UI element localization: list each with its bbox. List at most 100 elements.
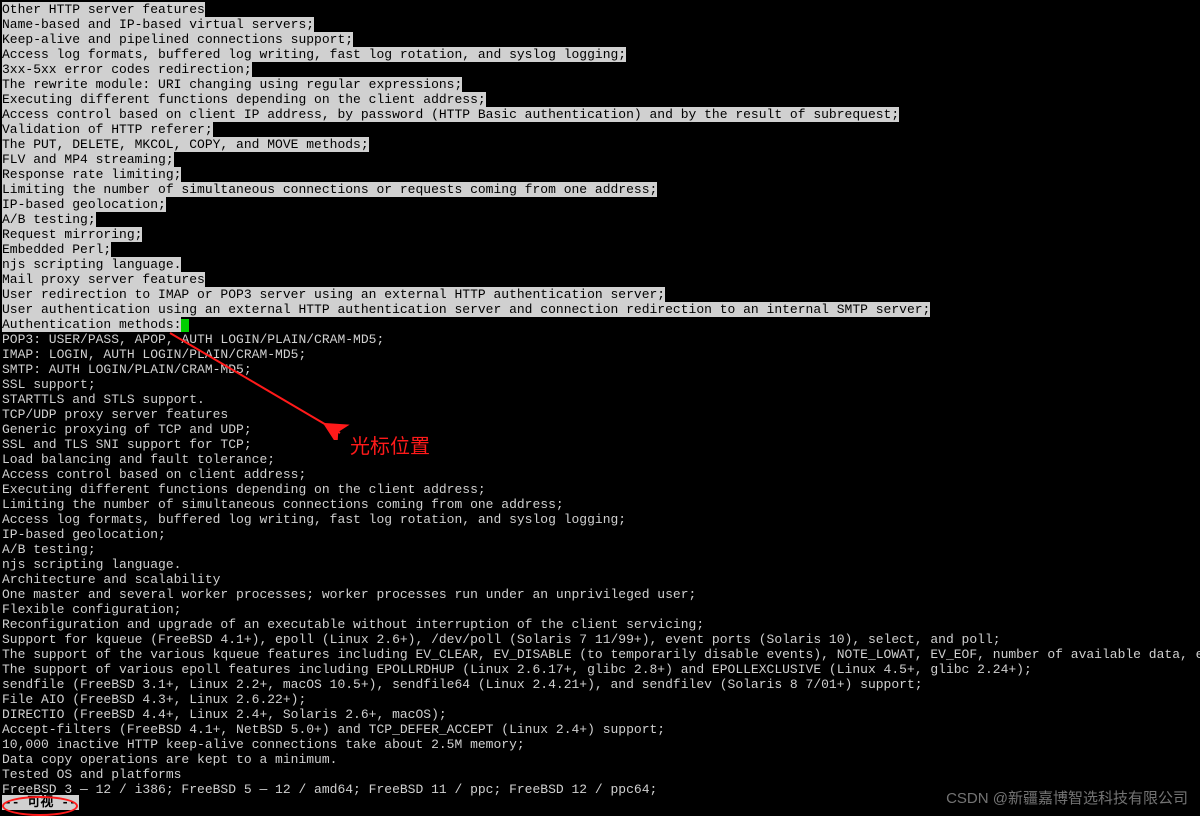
terminal-line: IP-based geolocation; (2, 197, 1198, 212)
line-text: njs scripting language. (2, 557, 181, 572)
line-text: The rewrite module: URI changing using r… (2, 77, 462, 92)
line-text: Flexible configuration; (2, 602, 181, 617)
terminal-line: njs scripting language. (2, 257, 1198, 272)
terminal-line: Generic proxying of TCP and UDP; (2, 422, 1198, 437)
cursor (181, 319, 189, 332)
terminal-line: Access log formats, buffered log writing… (2, 512, 1198, 527)
terminal-line: Authentication methods: (2, 317, 1198, 332)
line-text: File AIO (FreeBSD 4.3+, Linux 2.6.22+); (2, 692, 306, 707)
terminal-line: Tested OS and platforms (2, 767, 1198, 782)
line-text: Executing different functions depending … (2, 482, 486, 497)
line-text: A/B testing; (2, 212, 96, 227)
line-text: SSL and TLS SNI support for TCP; (2, 437, 252, 452)
terminal-line: njs scripting language. (2, 557, 1198, 572)
terminal-line: A/B testing; (2, 542, 1198, 557)
editor-mode-status: -- 可视 -- (2, 795, 79, 810)
terminal-line: Accept-filters (FreeBSD 4.1+, NetBSD 5.0… (2, 722, 1198, 737)
terminal-line: Reconfiguration and upgrade of an execut… (2, 617, 1198, 632)
line-text: Access control based on client address; (2, 467, 306, 482)
terminal-line: Mail proxy server features (2, 272, 1198, 287)
line-text: IP-based geolocation; (2, 197, 166, 212)
line-text: Mail proxy server features (2, 272, 205, 287)
terminal-line: The PUT, DELETE, MKCOL, COPY, and MOVE m… (2, 137, 1198, 152)
terminal-line: The rewrite module: URI changing using r… (2, 77, 1198, 92)
terminal-line: Embedded Perl; (2, 242, 1198, 257)
line-text: The support of the various kqueue featur… (2, 647, 1200, 662)
terminal-line: DIRECTIO (FreeBSD 4.4+, Linux 2.4+, Sola… (2, 707, 1198, 722)
line-text: Executing different functions depending … (2, 92, 486, 107)
terminal-line: SMTP: AUTH LOGIN/PLAIN/CRAM-MD5; (2, 362, 1198, 377)
line-text: IMAP: LOGIN, AUTH LOGIN/PLAIN/CRAM-MD5; (2, 347, 306, 362)
watermark: CSDN @新疆嘉博智选科技有限公司 (946, 791, 1188, 806)
terminal-line: The support of the various kqueue featur… (2, 647, 1198, 662)
terminal-line: Validation of HTTP referer; (2, 122, 1198, 137)
line-text: TCP/UDP proxy server features (2, 407, 228, 422)
line-text: FLV and MP4 streaming; (2, 152, 174, 167)
line-text: IP-based geolocation; (2, 527, 166, 542)
terminal-line: Load balancing and fault tolerance; (2, 452, 1198, 467)
terminal-line: Flexible configuration; (2, 602, 1198, 617)
terminal-line: Executing different functions depending … (2, 92, 1198, 107)
terminal-line: FLV and MP4 streaming; (2, 152, 1198, 167)
terminal-line: A/B testing; (2, 212, 1198, 227)
terminal-line: TCP/UDP proxy server features (2, 407, 1198, 422)
line-text: Support for kqueue (FreeBSD 4.1+), epoll… (2, 632, 1001, 647)
terminal-line: SSL support; (2, 377, 1198, 392)
terminal-line: SSL and TLS SNI support for TCP; (2, 437, 1198, 452)
line-text: Reconfiguration and upgrade of an execut… (2, 617, 704, 632)
line-text: Request mirroring; (2, 227, 142, 242)
line-text: Limiting the number of simultaneous conn… (2, 497, 564, 512)
terminal-output: Other HTTP server featuresName-based and… (0, 0, 1200, 797)
line-text: FreeBSD 3 — 12 / i386; FreeBSD 5 — 12 / … (2, 782, 657, 797)
line-text: User authentication using an external HT… (2, 302, 930, 317)
line-text: SSL support; (2, 377, 96, 392)
terminal-line: Keep-alive and pipelined connections sup… (2, 32, 1198, 47)
terminal-line: One master and several worker processes;… (2, 587, 1198, 602)
line-text: Load balancing and fault tolerance; (2, 452, 275, 467)
line-text: Data copy operations are kept to a minim… (2, 752, 337, 767)
line-text: Other HTTP server features (2, 2, 205, 17)
terminal-line: Request mirroring; (2, 227, 1198, 242)
line-text: Access log formats, buffered log writing… (2, 47, 626, 62)
terminal-line: Name-based and IP-based virtual servers; (2, 17, 1198, 32)
line-text: Access control based on client IP addres… (2, 107, 899, 122)
terminal-line: Data copy operations are kept to a minim… (2, 752, 1198, 767)
terminal-line: Support for kqueue (FreeBSD 4.1+), epoll… (2, 632, 1198, 647)
line-text: Architecture and scalability (2, 572, 220, 587)
line-text: Validation of HTTP referer; (2, 122, 213, 137)
terminal-line: Response rate limiting; (2, 167, 1198, 182)
line-text: Keep-alive and pipelined connections sup… (2, 32, 353, 47)
line-text: DIRECTIO (FreeBSD 4.4+, Linux 2.4+, Sola… (2, 707, 447, 722)
annotation-label: 光标位置 (350, 440, 430, 455)
terminal-line: Executing different functions depending … (2, 482, 1198, 497)
terminal-line: POP3: USER/PASS, APOP, AUTH LOGIN/PLAIN/… (2, 332, 1198, 347)
terminal-line: Access log formats, buffered log writing… (2, 47, 1198, 62)
terminal-line: File AIO (FreeBSD 4.3+, Linux 2.6.22+); (2, 692, 1198, 707)
terminal-line: 10,000 inactive HTTP keep-alive connecti… (2, 737, 1198, 752)
line-text: Limiting the number of simultaneous conn… (2, 182, 657, 197)
terminal-line: Limiting the number of simultaneous conn… (2, 497, 1198, 512)
line-text: Generic proxying of TCP and UDP; (2, 422, 252, 437)
terminal-line: User redirection to IMAP or POP3 server … (2, 287, 1198, 302)
terminal-line: Access control based on client address; (2, 467, 1198, 482)
line-text: Tested OS and platforms (2, 767, 181, 782)
terminal-line: Other HTTP server features (2, 2, 1198, 17)
line-text: sendfile (FreeBSD 3.1+, Linux 2.2+, macO… (2, 677, 923, 692)
line-text: The PUT, DELETE, MKCOL, COPY, and MOVE m… (2, 137, 369, 152)
line-text: The support of various epoll features in… (2, 662, 1032, 677)
line-text: Accept-filters (FreeBSD 4.1+, NetBSD 5.0… (2, 722, 665, 737)
terminal-line: 3xx-5xx error codes redirection; (2, 62, 1198, 77)
line-text: Embedded Perl; (2, 242, 111, 257)
terminal-line: Architecture and scalability (2, 572, 1198, 587)
terminal-line: IMAP: LOGIN, AUTH LOGIN/PLAIN/CRAM-MD5; (2, 347, 1198, 362)
line-text: A/B testing; (2, 542, 96, 557)
terminal-line: Access control based on client IP addres… (2, 107, 1198, 122)
line-text: One master and several worker processes;… (2, 587, 696, 602)
line-text: Authentication methods: (2, 317, 181, 332)
line-text: User redirection to IMAP or POP3 server … (2, 287, 665, 302)
line-text: Access log formats, buffered log writing… (2, 512, 626, 527)
line-text: njs scripting language. (2, 257, 181, 272)
line-text: 3xx-5xx error codes redirection; (2, 62, 252, 77)
line-text: 10,000 inactive HTTP keep-alive connecti… (2, 737, 525, 752)
line-text: SMTP: AUTH LOGIN/PLAIN/CRAM-MD5; (2, 362, 252, 377)
